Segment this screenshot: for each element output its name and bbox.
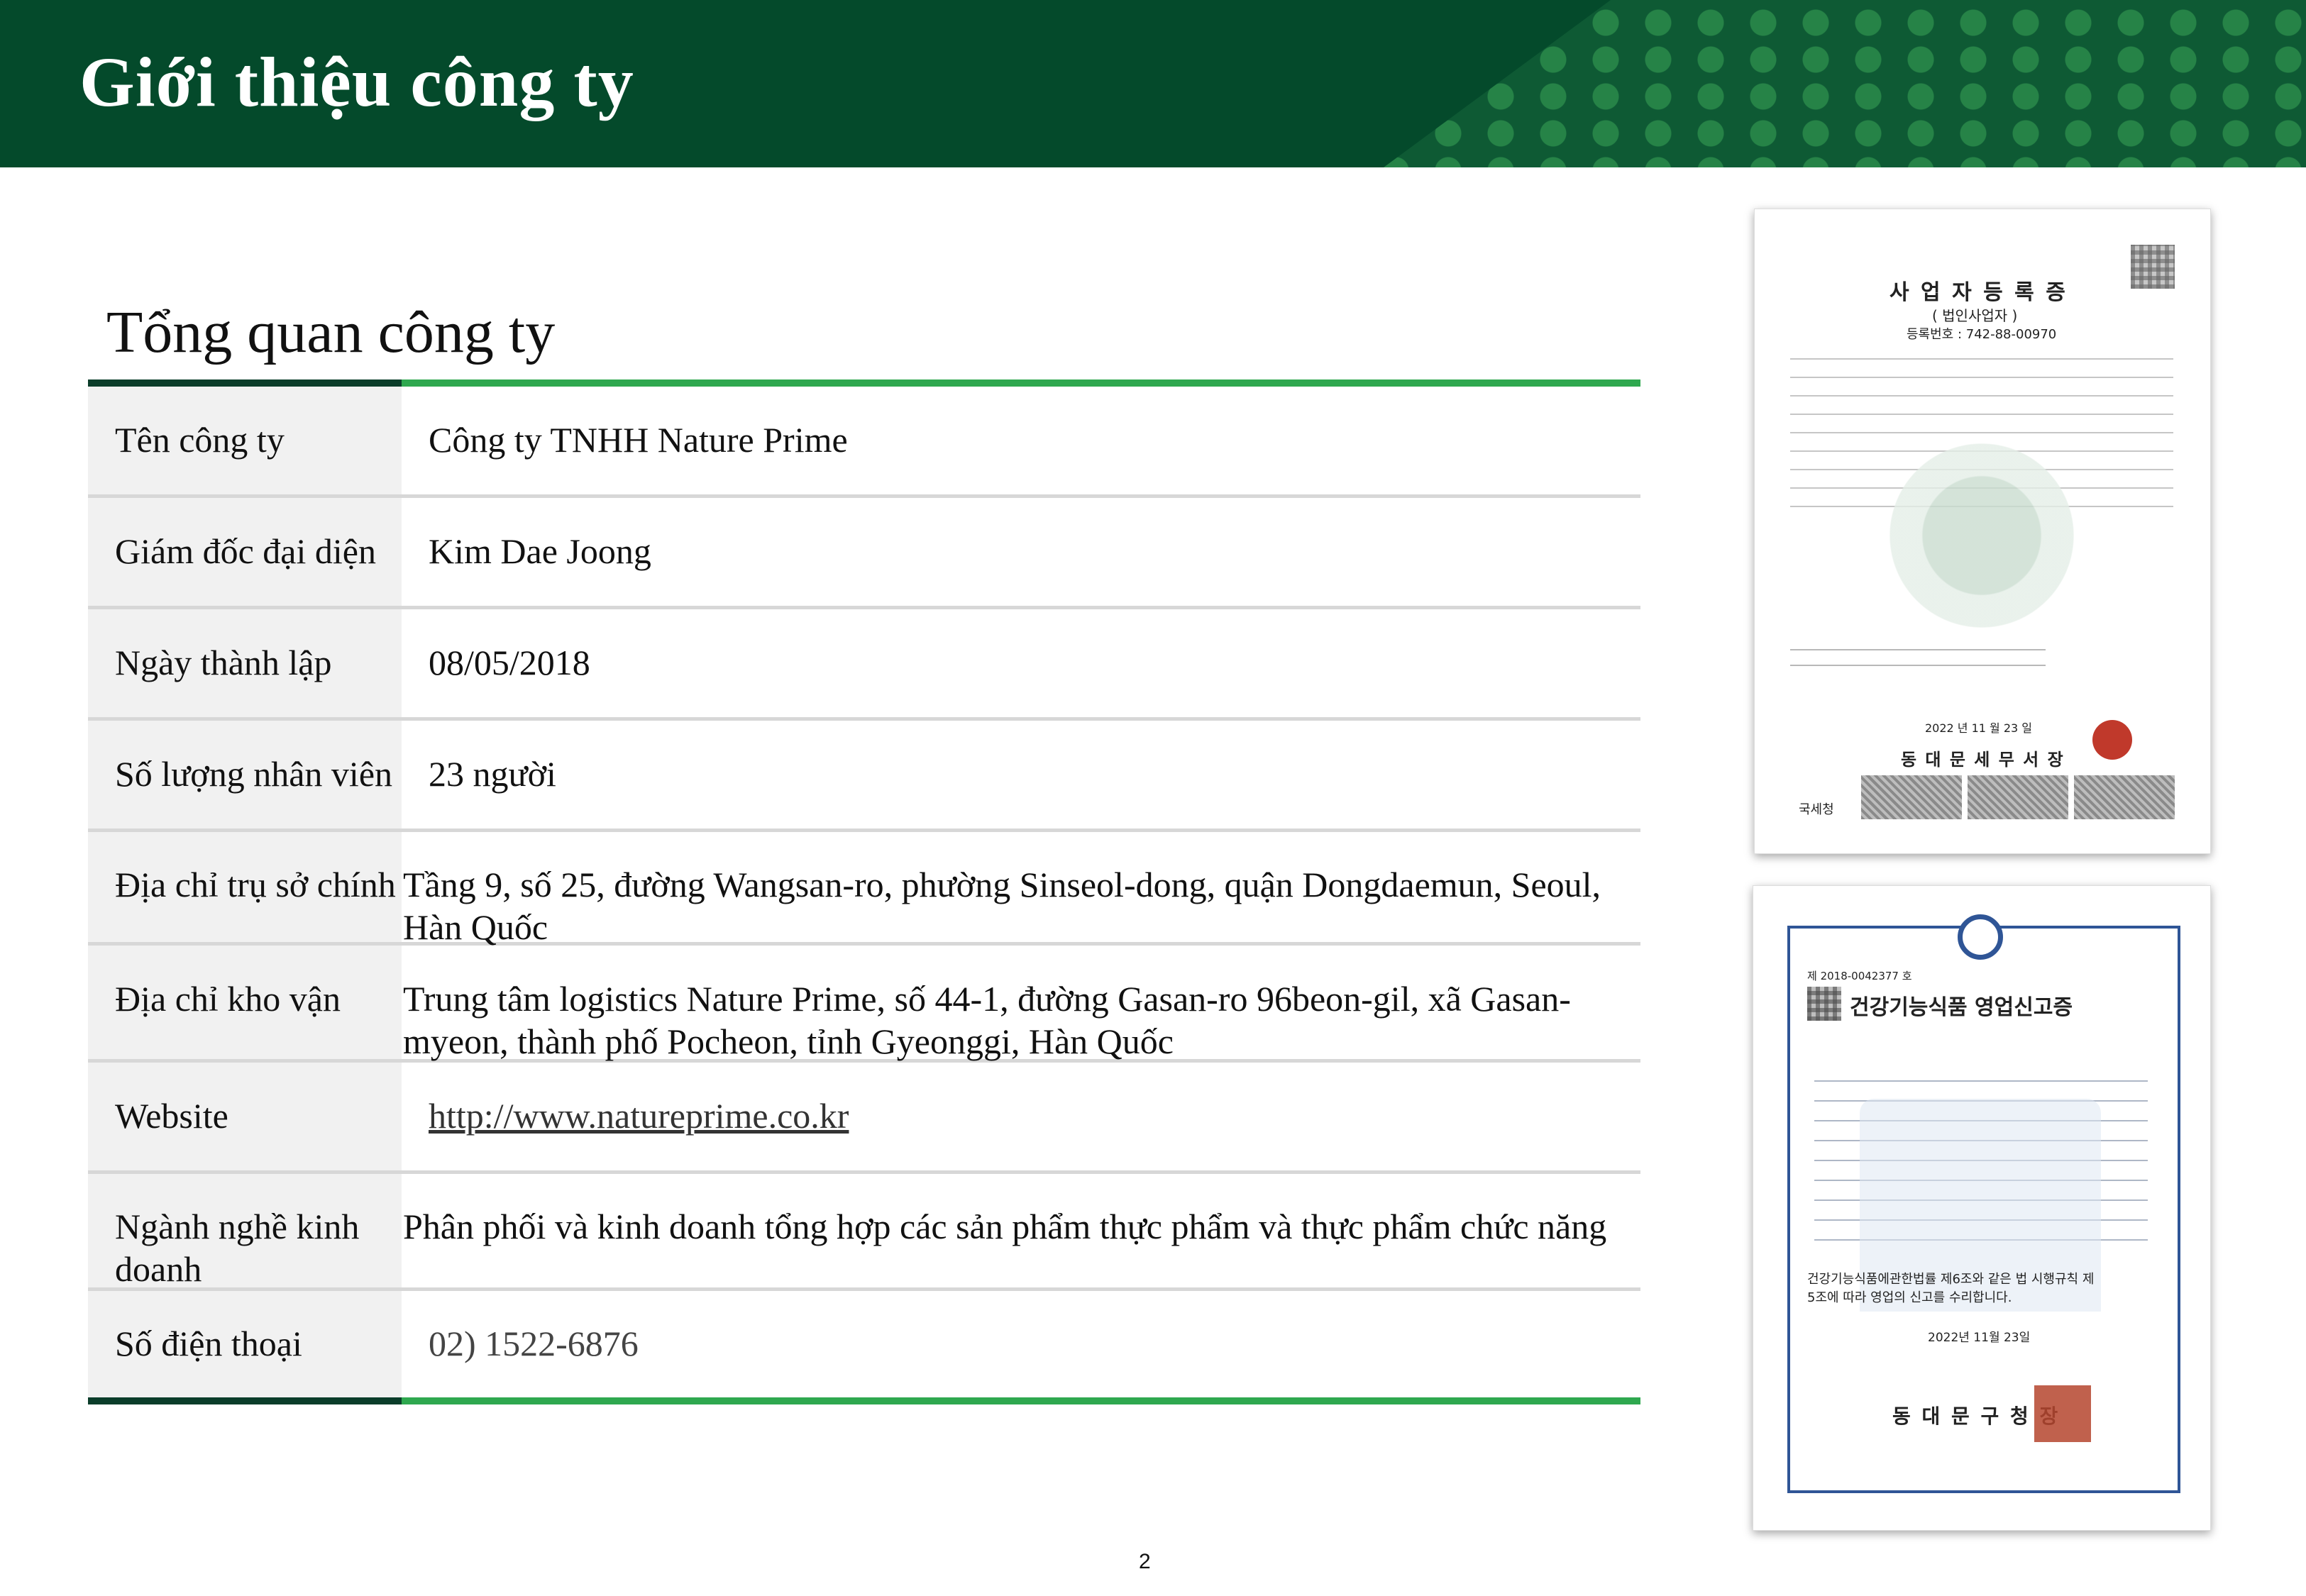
row-phone: Số điện thoại 02) 1522-6876 xyxy=(88,1291,1640,1397)
row-director: Giám đốc đại diện Kim Dae Joong xyxy=(88,498,1640,609)
official-seal-icon xyxy=(2092,720,2132,760)
row-value: 23 người xyxy=(429,754,556,794)
cert-title: 건강기능식품 영업신고증 xyxy=(1850,995,2073,1020)
row-company-name: Tên công ty Công ty TNHH Nature Prime xyxy=(88,387,1640,498)
header-banner: Giới thiệu công ty xyxy=(0,0,2306,167)
page-number: 2 xyxy=(1139,1550,1151,1573)
row-value: Kim Dae Joong xyxy=(429,531,651,571)
health-food-certificate: 제 2018-0042377 호 건강기능식품 영업신고증 건강기능식품에관한법… xyxy=(1753,885,2211,1531)
row-value-line2: myeon, thành phố Pocheon, tỉnh Gyeonggi,… xyxy=(403,1021,1174,1061)
row-label: Website xyxy=(115,1096,228,1136)
cert-title: 사 업 자 등 록 증 xyxy=(1890,280,2068,305)
row-website: Website http://www.natureprime.co.kr xyxy=(88,1063,1640,1174)
row-label: Địa chỉ kho vận xyxy=(115,979,341,1019)
table-bottom-rule xyxy=(88,1397,1640,1404)
row-label-line1: Ngành nghề kinh xyxy=(115,1207,360,1246)
tax-office-watermark xyxy=(1890,443,2074,628)
row-label: Địa chỉ trụ sở chính xyxy=(115,865,396,904)
row-value-line1: Trung tâm logistics Nature Prime, số 44-… xyxy=(403,979,1571,1019)
cert-date: 2022년 11월 23일 xyxy=(1928,1331,2031,1345)
row-value-line1: Tầng 9, số 25, đường Wangsan-ro, phường … xyxy=(403,865,1601,904)
page-title: Giới thiệu công ty xyxy=(79,43,634,121)
cert-body-line1: 건강기능식품에관한법률 제6조와 같은 법 시행규칙 제 xyxy=(1807,1272,2095,1287)
cert-date: 2022 년 11 월 23 일 xyxy=(1925,721,2033,735)
row-label: Giám đốc đại diện xyxy=(115,531,376,571)
row-employees: Số lượng nhân viên 23 người xyxy=(88,721,1640,832)
row-value-line2: Hàn Quốc xyxy=(403,907,548,947)
row-founded: Ngày thành lập 08/05/2018 xyxy=(88,609,1640,721)
redacted-box xyxy=(2074,775,2175,819)
cert-subtitle: ( 법인사업자 ) xyxy=(1932,307,2018,324)
row-value: Công ty TNHH Nature Prime xyxy=(429,420,848,460)
emblem-icon xyxy=(1958,914,2003,960)
row-value: 08/05/2018 xyxy=(429,643,590,682)
cert-body-line2: 5조에 따라 영업의 신고를 수리합니다. xyxy=(1807,1290,2012,1305)
row-label-line2: doanh xyxy=(115,1249,202,1289)
website-link[interactable]: http://www.natureprime.co.kr xyxy=(429,1095,849,1137)
nts-logo: 국세청 xyxy=(1799,802,1834,817)
row-value: Phân phối và kinh doanh tổng hợp các sản… xyxy=(403,1207,1607,1246)
row-label: Tên công ty xyxy=(115,420,285,460)
cert-reg-number: 등록번호 : 742-88-00970 xyxy=(1907,327,2057,342)
row-head-office: Địa chỉ trụ sở chính Tầng 9, số 25, đườn… xyxy=(88,832,1640,947)
section-title: Tổng quan công ty xyxy=(106,299,556,365)
cert-number: 제 2018-0042377 호 xyxy=(1807,970,1912,982)
row-business-field: Ngành nghề kinh doanh Phân phối và kinh … xyxy=(88,1174,1640,1291)
row-warehouse: Địa chỉ kho vận Trung tâm logistics Natu… xyxy=(88,946,1640,1063)
official-stamp-icon xyxy=(2034,1385,2091,1442)
qr-code-icon xyxy=(2131,245,2175,289)
redacted-box xyxy=(1861,775,1962,819)
redacted-box xyxy=(1968,775,2068,819)
row-label: Số điện thoại xyxy=(115,1324,302,1363)
row-value: 02) 1522-6876 xyxy=(429,1324,639,1363)
table-top-rule xyxy=(88,379,1640,387)
row-label: Ngày thành lập xyxy=(115,643,332,682)
cert-issuer: 동 대 문 세 무 서 장 xyxy=(1901,750,2065,770)
cert-text-lines-2 xyxy=(1790,642,2046,670)
row-label: Số lượng nhân viên xyxy=(115,754,393,794)
qr-code-icon xyxy=(1807,987,1841,1021)
business-registration-certificate: 사 업 자 등 록 증 ( 법인사업자 ) 등록번호 : 742-88-0097… xyxy=(1754,209,2211,854)
